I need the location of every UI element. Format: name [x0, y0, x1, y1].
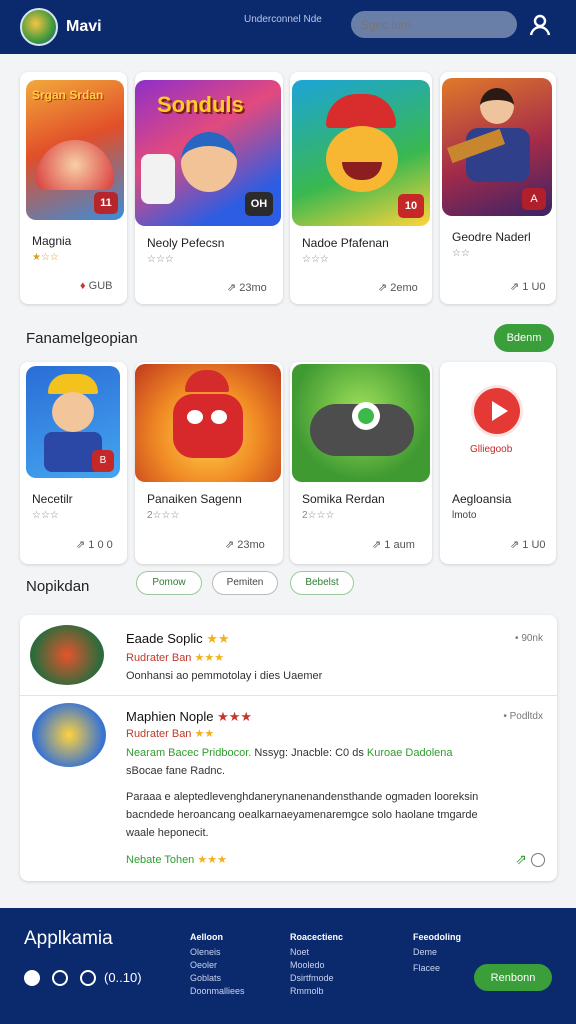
footer-link[interactable]: Flacee — [413, 962, 440, 975]
review-tags: Nearam Bacec Pridbocor. Nssyg: Jnacble: … — [126, 747, 453, 759]
footer-link[interactable]: Rmmolb — [290, 985, 324, 998]
app-meta: ⇗ 1 U0 — [510, 539, 546, 551]
filter-chip[interactable]: Bebelst — [290, 571, 354, 595]
reviews-panel: Eaade Soplic ★★ • 90nk Rudrater Ban ★★★ … — [20, 615, 557, 881]
review-paragraph: waale heponecit. — [126, 827, 209, 839]
app-badge: A — [522, 188, 546, 210]
app-title: Somika Rerdan — [302, 492, 385, 506]
review-app-icon — [30, 625, 104, 685]
social-icon[interactable] — [80, 970, 96, 986]
review-subtitle: Rudrater Ban ★★ — [126, 728, 215, 740]
app-card[interactable]: A Geodre Naderl ☆☆ ⇗ 1 U0 — [440, 72, 556, 304]
app-rating: 2☆☆☆ — [147, 510, 180, 521]
app-thumbnail: Sonduls OH — [135, 80, 281, 226]
app-thumbnail: A — [442, 78, 552, 216]
app-thumbnail — [292, 364, 430, 482]
footer-col-head: Roacectienc — [290, 932, 344, 942]
app-card[interactable]: Glliegoob Aegloansia lmoto ⇗ 1 U0 — [440, 362, 556, 564]
review-paragraph: Paraaa e aleptedlevenghdanerynanenandens… — [126, 791, 479, 803]
app-thumbnail: B — [26, 366, 120, 478]
footer-link[interactable]: Oleneis — [190, 946, 221, 959]
footer-brand: Applkamia — [24, 928, 113, 949]
filter-chip[interactable]: Pomow — [136, 571, 202, 595]
app-title: Nadoe Pfafenan — [302, 236, 389, 250]
footer-link[interactable]: Oeoler — [190, 959, 217, 972]
app-thumbnail — [135, 364, 281, 482]
app-thumbnail: 10 — [292, 80, 430, 226]
section-action-button[interactable]: Bdenm — [494, 324, 554, 352]
app-title: Aegloansia — [452, 492, 512, 506]
footer-link[interactable]: Dsirtfmode — [290, 972, 334, 985]
app-card[interactable]: Somika Rerdan 2☆☆☆ ⇗ 1 aum — [290, 362, 432, 564]
footer-link[interactable]: Noet — [290, 946, 309, 959]
app-meta: ⇗ 23mo — [225, 539, 265, 551]
header-tagline: Underconnel Nde — [244, 14, 322, 25]
review-text: Oonhansi ao pemmotolay i dies Uaemer — [126, 670, 323, 682]
footer-link[interactable]: Mooledo — [290, 959, 325, 972]
app-badge: OH — [245, 192, 273, 216]
app-rating: ★☆☆ — [32, 252, 59, 263]
app-meta: ⇗ 2emo — [378, 282, 418, 294]
like-icon[interactable]: ⇗ — [515, 851, 527, 868]
footer-col-head: Feeodoling — [413, 932, 461, 942]
app-badge: B — [92, 450, 114, 472]
info-icon[interactable] — [531, 853, 545, 867]
social-icon[interactable] — [24, 970, 40, 986]
divider — [20, 695, 557, 696]
app-card[interactable]: 10 Nadoe Pfafenan ☆☆☆ ⇗ 2emo — [290, 72, 432, 304]
avatar[interactable] — [20, 8, 58, 46]
app-title: Geodre Naderl — [452, 230, 531, 244]
app-rating: ☆☆☆ — [302, 254, 329, 265]
app-rating: ☆☆ — [452, 248, 470, 259]
review-title: Maphien Nople ★★★ — [126, 709, 253, 724]
app-card[interactable]: Panaiken Sagenn 2☆☆☆ ⇗ 23mo — [135, 362, 283, 564]
app-rating: 2☆☆☆ — [302, 510, 335, 521]
review-meta: • 90nk — [515, 633, 543, 644]
app-title: Magnia — [32, 234, 72, 248]
app-card[interactable]: Srgan Srdan 11 Magnia ★☆☆ ♦ GUB — [20, 72, 127, 304]
footer-link[interactable]: Goblats — [190, 972, 221, 985]
footer: Applkamia (0..10) Aelloon Oleneis Oeoler… — [0, 908, 576, 1024]
review-title: Eaade Soplic ★★ — [126, 631, 230, 646]
section-title: Nopikdan — [26, 578, 90, 595]
search-input[interactable] — [351, 11, 517, 38]
social-count: (0..10) — [104, 970, 142, 985]
app-badge: 11 — [94, 192, 118, 214]
app-thumbnail: Srgan Srdan 11 — [26, 80, 124, 220]
footer-link[interactable]: Doonmalliees — [190, 985, 245, 998]
app-meta: ⇗ 23mo — [227, 282, 267, 294]
thumbnail-art-text: Sonduls — [157, 92, 244, 117]
app-rating: ☆☆☆ — [147, 254, 174, 265]
app-badge: 10 — [398, 194, 424, 218]
user-icon[interactable] — [528, 13, 552, 37]
app-rating: ☆☆☆ — [32, 510, 59, 521]
filter-chip[interactable]: Pemiten — [212, 571, 278, 595]
app-meta: ♦ GUB — [80, 280, 113, 292]
art-label: Glliegoob — [470, 444, 513, 455]
review-app-icon — [32, 703, 106, 767]
review-meta: • Podltdx — [503, 711, 543, 722]
review-paragraph: bacndede heroancang oealkarnaeyamenaremg… — [126, 809, 478, 821]
app-meta: ⇗ 1 0 0 — [76, 539, 113, 551]
app-title: Necetilr — [32, 492, 73, 506]
app-rating: lmoto — [452, 510, 477, 521]
app-title: Neoly Pefecsn — [147, 236, 225, 250]
app-meta: ⇗ 1 U0 — [510, 281, 546, 293]
footer-link[interactable]: Deme — [413, 946, 437, 959]
app-card[interactable]: Sonduls OH Neoly Pefecsn ☆☆☆ ⇗ 23mo — [135, 72, 283, 304]
thumbnail-art-text: Srgan Srdan — [32, 88, 104, 102]
review-subtitle: Rudrater Ban ★★★ — [126, 652, 225, 664]
review-footer: Nebate Tohen ★★★ — [126, 854, 227, 866]
social-icon[interactable] — [52, 970, 68, 986]
footer-col-head: Aelloon — [190, 932, 223, 942]
section-title: Fanamelgeopian — [26, 330, 138, 347]
review-text: sBocae fane Radnc. — [126, 765, 226, 777]
app-card[interactable]: B Necetilr ☆☆☆ ⇗ 1 0 0 — [20, 362, 127, 564]
app-meta: ⇗ 1 aum — [372, 539, 415, 551]
app-brand: Mavi — [66, 18, 102, 35]
footer-cta-button[interactable]: Renbonn — [474, 964, 552, 991]
app-title: Panaiken Sagenn — [147, 492, 242, 506]
play-icon — [474, 388, 520, 434]
